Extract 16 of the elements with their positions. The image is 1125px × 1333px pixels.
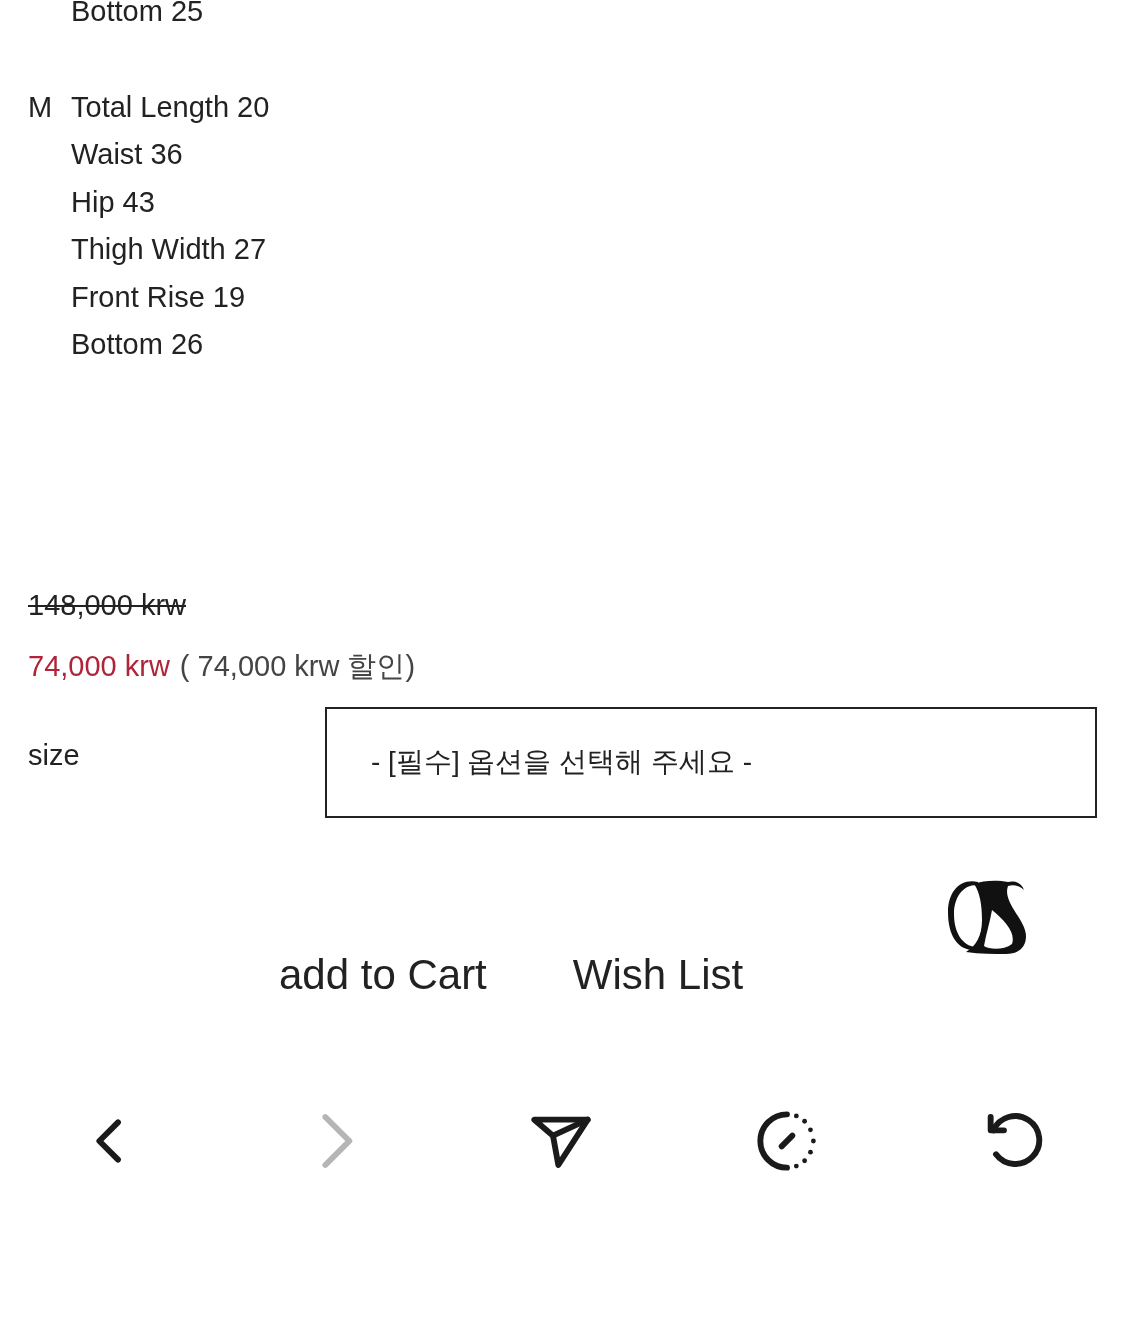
size-label: M bbox=[28, 90, 53, 123]
discount-text: ( 74,000 krw 할인) bbox=[179, 648, 416, 684]
measurement-text: Bottom 26 bbox=[71, 327, 205, 362]
wish-list-button[interactable]: Wish List bbox=[572, 949, 744, 1000]
measurement-text: Waist 36 bbox=[71, 137, 184, 172]
option-label: size bbox=[28, 737, 81, 773]
size-select[interactable]: - [필수] 옵션을 선택해 주세요 - bbox=[325, 706, 1097, 818]
add-to-cart-button[interactable]: add to Cart bbox=[279, 949, 487, 1000]
timer-icon bbox=[754, 1108, 819, 1173]
measurement-text: Total Length 20 bbox=[71, 89, 270, 125]
measurement-text: Hip 43 bbox=[71, 184, 156, 220]
original-price: 148,000 krw bbox=[28, 587, 186, 623]
sale-price: 74,000 krw bbox=[28, 648, 170, 684]
measurement-text: Front Rise 19 bbox=[71, 279, 247, 315]
measurement-text: Bottom 25 bbox=[71, 0, 204, 29]
measurement-text: Thigh Width 27 bbox=[71, 232, 268, 267]
